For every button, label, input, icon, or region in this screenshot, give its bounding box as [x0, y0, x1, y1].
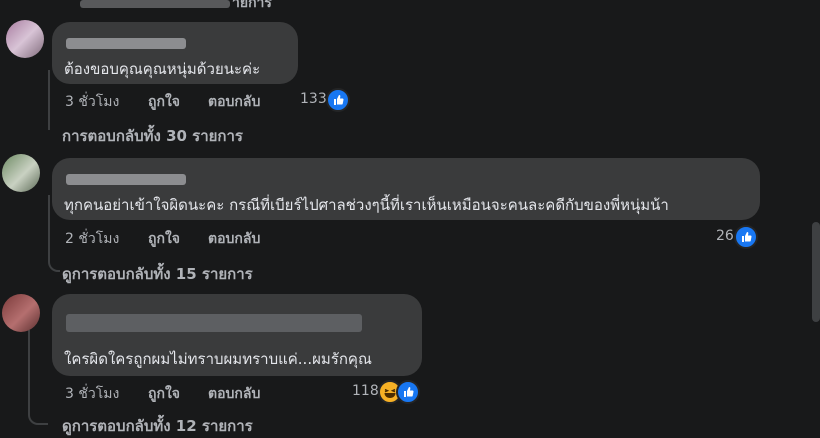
comment-timestamp[interactable]: 3 ชั่วโมง	[65, 91, 119, 113]
scrollbar-thumb[interactable]	[812, 222, 820, 322]
reply-button[interactable]: ตอบกลับ	[208, 91, 260, 113]
view-replies-link[interactable]: การตอบกลับทั้ง 30 รายการ	[62, 124, 243, 148]
comment-text: ทุกคนอย่าเข้าใจผิดนะคะ กรณีที่เบียร์ไปศา…	[64, 196, 669, 214]
blurred-author-name	[66, 38, 186, 49]
comment-text: ต้องขอบคุณคุณหนุ่มด้วยนะค่ะ	[64, 60, 261, 78]
avatar[interactable]	[2, 294, 40, 332]
thread-line	[48, 70, 50, 130]
like-button[interactable]: ถูกใจ	[148, 228, 180, 250]
comment-text: ใครผิดใครถูกผมไม่ทราบผมทราบแค่...ผมรักคุ…	[64, 350, 372, 368]
view-replies-link[interactable]: ดูการตอบกลับทั้ง 12 รายการ	[62, 414, 253, 438]
like-button[interactable]: ถูกใจ	[148, 383, 180, 405]
blurred-author-name	[66, 174, 186, 185]
reply-button[interactable]: ตอบกลับ	[208, 228, 260, 250]
reaction-count[interactable]: 118	[352, 383, 379, 399]
avatar[interactable]	[6, 20, 44, 58]
view-replies-link[interactable]: ดูการตอบกลับทั้ง 15 รายการ	[62, 262, 253, 286]
comment-bubble: ทุกคนอย่าเข้าใจผิดนะคะ กรณีที่เบียร์ไปศา…	[52, 158, 760, 220]
like-icon	[396, 380, 420, 404]
reply-button[interactable]: ตอบกลับ	[208, 383, 260, 405]
thread-connector	[28, 330, 48, 425]
reaction-count[interactable]: 26	[716, 228, 734, 244]
comment-timestamp[interactable]: 3 ชั่วโมง	[65, 383, 119, 405]
like-icon	[734, 225, 758, 249]
top-partial-text: ายการ	[232, 0, 272, 11]
reaction-count[interactable]: 133	[300, 91, 327, 107]
comment-bubble: ต้องขอบคุณคุณหนุ่มด้วยนะค่ะ	[52, 22, 298, 84]
blurred-author-name	[66, 314, 362, 332]
comment-bubble: ใครผิดใครถูกผมไม่ทราบผมทราบแค่...ผมรักคุ…	[52, 294, 422, 376]
blurred-text	[80, 0, 230, 8]
comment-timestamp[interactable]: 2 ชั่วโมง	[65, 228, 119, 250]
like-icon	[326, 88, 350, 112]
avatar[interactable]	[2, 154, 40, 192]
like-button[interactable]: ถูกใจ	[148, 91, 180, 113]
